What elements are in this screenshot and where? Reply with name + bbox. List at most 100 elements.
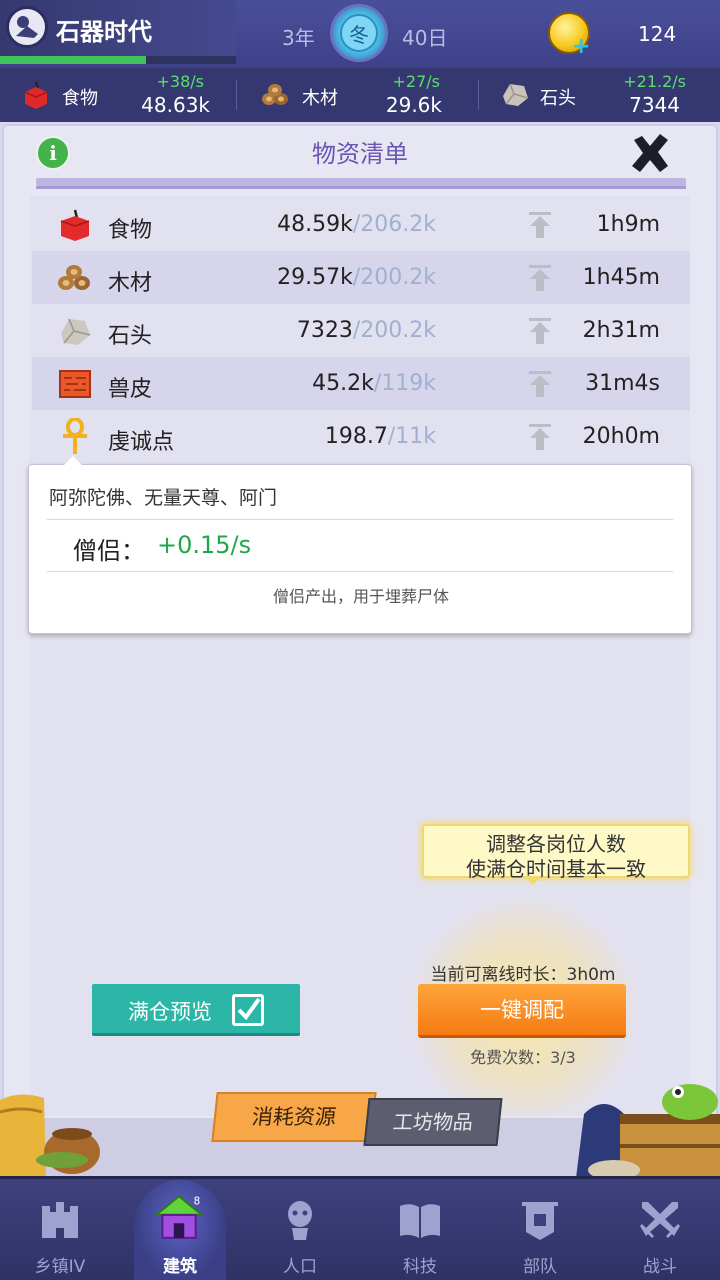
banner-icon	[522, 1202, 558, 1240]
checkbox-checked-icon[interactable]	[232, 994, 264, 1026]
full-time: 2h31m	[582, 318, 660, 343]
frog-crate-decoration-icon	[576, 1084, 720, 1178]
hide-icon	[59, 370, 91, 398]
tooltip-caret	[64, 456, 82, 465]
resource-value: 7344	[629, 93, 680, 117]
nav-population[interactable]: 人口	[240, 1176, 360, 1280]
nav-army[interactable]: 部队	[480, 1176, 600, 1280]
era-progress-fill	[0, 56, 147, 64]
resource-strip: 食物 +38/s 48.63k 木材 +27/s 29.6k 石头 +21.2/…	[0, 68, 720, 122]
resource-table: 食物 48.59k/206.2k 1h9m 木材 29.57k/200.2k 1…	[32, 198, 690, 463]
top-bar: 石器时代 3年 冬 40日 + 124	[0, 0, 720, 68]
nav-label: 战斗	[643, 1257, 677, 1277]
close-icon[interactable]	[628, 132, 672, 176]
table-row[interactable]: 虔诚点 198.7/11k 20h0m	[32, 410, 690, 463]
hint-line-2: 使满仓时间基本一致	[466, 857, 646, 881]
table-row[interactable]: 食物 48.59k/206.2k 1h9m	[32, 198, 690, 251]
header-divider-accent	[36, 186, 686, 189]
resource-rate: +21.2/s	[623, 72, 686, 91]
year-text: 3年	[282, 26, 315, 50]
nav-building[interactable]: 8 建筑	[120, 1176, 240, 1280]
table-row[interactable]: 石头 7323/200.2k 2h31m	[32, 304, 690, 357]
castle-icon	[42, 1202, 78, 1238]
resource-amount: 48.59k/206.2k	[232, 212, 436, 237]
producer-rate: +0.15/s	[157, 531, 252, 559]
tab-consume-resources[interactable]: 消耗资源	[211, 1092, 377, 1142]
free-count: 免费次数：3/3	[470, 1048, 576, 1067]
full-preview-button[interactable]: 满仓预览	[92, 984, 300, 1036]
table-row[interactable]: 木材 29.57k/200.2k 1h45m	[32, 251, 690, 304]
stone-icon	[61, 318, 91, 345]
tooltip-title: 阿弥陀佛、无量天尊、阿门	[49, 487, 278, 509]
amount-max: /206.2k	[352, 212, 436, 237]
resource-value: 48.63k	[141, 93, 210, 117]
resource-rate: +27/s	[392, 72, 441, 91]
food-icon	[24, 81, 48, 109]
resource-amount: 45.2k/119k	[232, 371, 436, 396]
resource-amount: 29.57k/200.2k	[232, 265, 436, 290]
tab-workshop-items[interactable]: 工坊物品	[363, 1098, 503, 1146]
house-icon: 8	[154, 1194, 204, 1239]
divider	[478, 80, 479, 110]
nav-label: 乡镇IV	[34, 1257, 86, 1277]
hint-bubble: 调整各岗位人数 使满仓时间基本一致	[422, 824, 690, 881]
nav-label: 人口	[283, 1257, 317, 1277]
era-box[interactable]: 石器时代	[0, 0, 236, 64]
coin-count: 124	[638, 22, 677, 46]
amount-current: 45.2k	[312, 371, 374, 396]
amount-current: 7323	[296, 318, 353, 343]
offline-duration: 当前可离线时长：3h0m	[430, 965, 616, 985]
tooltip-description: 僧侣产出，用于埋葬尸体	[272, 587, 449, 606]
resource-wood[interactable]: 木材 +27/s 29.6k	[240, 68, 476, 122]
upgrade-arrow-icon[interactable]	[528, 318, 552, 344]
resource-food[interactable]: 食物 +38/s 48.63k	[0, 68, 236, 122]
amount-max: /119k	[373, 371, 436, 396]
upgrade-arrow-icon[interactable]	[528, 265, 552, 291]
svg-text:8: 8	[194, 1196, 201, 1208]
amount-max: /200.2k	[352, 265, 436, 290]
divider	[47, 571, 673, 572]
upgrade-arrow-icon[interactable]	[528, 371, 552, 397]
era-progress-bar	[0, 56, 236, 64]
stone-icon	[503, 83, 529, 106]
upgrade-arrow-icon[interactable]	[528, 424, 552, 450]
resource-name: 食物	[62, 88, 98, 109]
resource-stone[interactable]: 石头 +21.2/s 7344	[480, 68, 720, 122]
panel-title: 物资清单	[312, 140, 408, 168]
nav-technology[interactable]: 科技	[360, 1176, 480, 1280]
ankh-icon	[63, 418, 87, 454]
full-time: 1h9m	[596, 212, 660, 237]
resource-value: 29.6k	[385, 93, 442, 117]
auto-allocate-button[interactable]: 一键调配	[418, 984, 626, 1038]
add-coin-icon[interactable]: +	[572, 34, 590, 59]
header-divider	[36, 178, 686, 186]
resource-rate: +38/s	[156, 72, 205, 91]
wood-icon	[58, 265, 90, 290]
full-time: 31m4s	[585, 371, 660, 396]
day-text: 40日	[402, 26, 448, 50]
amount-current: 198.7	[324, 424, 388, 449]
wood-icon	[262, 84, 288, 105]
nav-label: 建筑	[163, 1257, 197, 1277]
person-icon	[288, 1201, 312, 1240]
hint-bubble-tail	[524, 876, 542, 885]
resource-amount: 7323/200.2k	[232, 318, 436, 343]
producer-label: 僧侣：	[73, 537, 145, 565]
nav-battle[interactable]: 战斗	[600, 1176, 720, 1280]
resource-amount: 198.7/11k	[232, 424, 436, 449]
table-row[interactable]: 兽皮 45.2k/119k 31m4s	[32, 357, 690, 410]
nav-label: 科技	[403, 1257, 437, 1277]
resource-tooltip: 阿弥陀佛、无量天尊、阿门 僧侣： +0.15/s 僧侣产出，用于埋葬尸体	[28, 464, 692, 634]
amount-max: /11k	[387, 424, 436, 449]
upgrade-arrow-icon[interactable]	[528, 212, 552, 238]
nav-town[interactable]: 乡镇IV	[0, 1176, 120, 1280]
resource-name: 兽皮	[108, 377, 153, 402]
resource-name: 木材	[108, 271, 153, 296]
amount-current: 29.57k	[277, 265, 353, 290]
era-title: 石器时代	[56, 18, 152, 46]
pottery-decoration-icon	[0, 1094, 100, 1176]
book-icon	[400, 1204, 440, 1238]
season-badge[interactable]: 冬	[330, 4, 388, 62]
resource-name: 虔诚点	[108, 430, 175, 455]
resource-name: 木材	[302, 88, 338, 109]
